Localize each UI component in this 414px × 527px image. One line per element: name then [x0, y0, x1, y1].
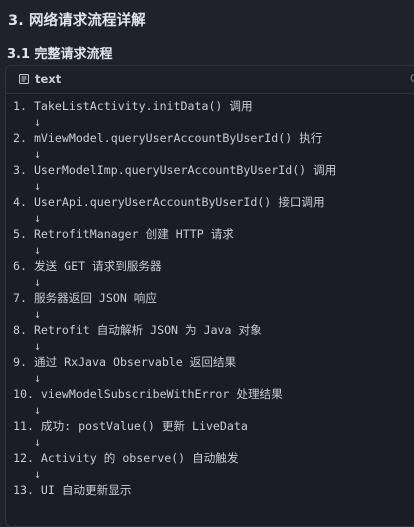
flow-arrow: ↓	[13, 339, 41, 353]
code-line: 7. 服务器返回 JSON 响应	[13, 291, 157, 305]
code-line: 1. TakeListActivity.initData() 调用	[13, 99, 253, 113]
flow-arrow: ↓	[13, 243, 41, 257]
code-block-header: text C	[6, 66, 414, 94]
code-line: 3. UserModelImp.queryUserAccountByUserId…	[13, 163, 337, 177]
code-line: 8. Retrofit 自动解析 JSON 为 Java 对象	[13, 323, 262, 337]
code-block: text C 1. TakeListActivity.initData() 调用…	[5, 65, 414, 527]
flow-arrow: ↓	[13, 371, 41, 385]
code-language-label: text	[35, 72, 62, 86]
code-body: 1. TakeListActivity.initData() 调用 ↓ 2. mV…	[13, 98, 336, 498]
flow-arrow: ↓	[13, 275, 41, 289]
section-title: 3. 网络请求流程详解	[8, 13, 146, 29]
code-line: 13. UI 自动更新显示	[13, 483, 132, 497]
flow-arrow: ↓	[13, 403, 41, 417]
code-line: 12. Activity 的 observe() 自动触发	[13, 451, 239, 465]
flow-arrow: ↓	[13, 211, 41, 225]
flow-arrow: ↓	[13, 307, 41, 321]
copy-button[interactable]: C	[410, 72, 414, 85]
flow-arrow: ↓	[13, 179, 41, 193]
subsection-title: 3.1 完整请求流程	[7, 47, 113, 62]
code-line: 6. 发送 GET 请求到服务器	[13, 259, 162, 273]
flow-arrow: ↓	[13, 467, 41, 481]
code-line: 10. viewModelSubscribeWithError 处理结果	[13, 387, 283, 401]
code-line: 4. UserApi.queryUserAccountByUserId() 接口…	[13, 195, 325, 209]
flow-arrow: ↓	[13, 115, 41, 129]
code-line: 2. mViewModel.queryUserAccountByUserId()…	[13, 131, 323, 145]
file-lines-icon	[19, 74, 29, 84]
code-line: 11. 成功: postValue() 更新 LiveData	[13, 419, 248, 433]
flow-arrow: ↓	[13, 435, 41, 449]
flow-arrow: ↓	[13, 147, 41, 161]
code-line: 5. RetrofitManager 创建 HTTP 请求	[13, 227, 234, 241]
code-line: 9. 通过 RxJava Observable 返回结果	[13, 355, 237, 369]
